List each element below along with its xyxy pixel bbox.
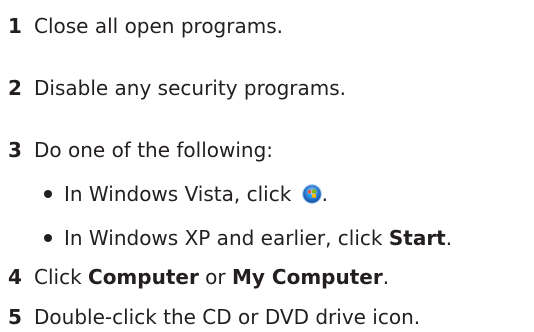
bullet-text-after: . (445, 226, 453, 250)
bullet-text-after: . (321, 182, 329, 206)
bullet-text: In Windows Vista, click . (64, 182, 328, 206)
step-number: 2 (8, 76, 22, 100)
step-text: Double-click the CD or DVD drive icon. (34, 305, 421, 329)
step-text: Disable any security programs. (34, 76, 347, 100)
bullet-dot-icon (44, 234, 52, 242)
windows-vista-start-orb-icon (301, 184, 322, 204)
text-part: Click (34, 265, 89, 289)
step-4: 4 Click Computer or My Computer. (0, 265, 389, 289)
step-3: 3 Do one of the following: (0, 138, 273, 162)
step-2: 2 Disable any security programs. (0, 76, 346, 100)
step-number: 1 (8, 14, 22, 38)
bullet-text-before: In Windows Vista, click (64, 182, 298, 206)
bullet-bold-start: Start (388, 226, 446, 250)
step-number: 4 (8, 265, 22, 289)
bold-my-computer: My Computer (232, 265, 383, 289)
bullet-dot-icon (44, 190, 52, 198)
step-text: Do one of the following: (34, 138, 274, 162)
step-text: Close all open programs. (34, 14, 283, 38)
bullet-text: In Windows XP and earlier, click Start. (64, 226, 452, 250)
bullet-xp: In Windows XP and earlier, click Start. (40, 226, 452, 250)
text-part: . (382, 265, 390, 289)
text-part: or (198, 265, 233, 289)
step-1: 1 Close all open programs. (0, 14, 283, 38)
step-number: 5 (8, 305, 22, 329)
step-number: 3 (8, 138, 22, 162)
step-5: 5 Double-click the CD or DVD drive icon. (0, 305, 420, 329)
bullet-vista: In Windows Vista, click . (40, 182, 328, 206)
step-text: Click Computer or My Computer. (34, 265, 389, 289)
bold-computer: Computer (88, 265, 199, 289)
bullet-text-before: In Windows XP and earlier, click (64, 226, 389, 250)
